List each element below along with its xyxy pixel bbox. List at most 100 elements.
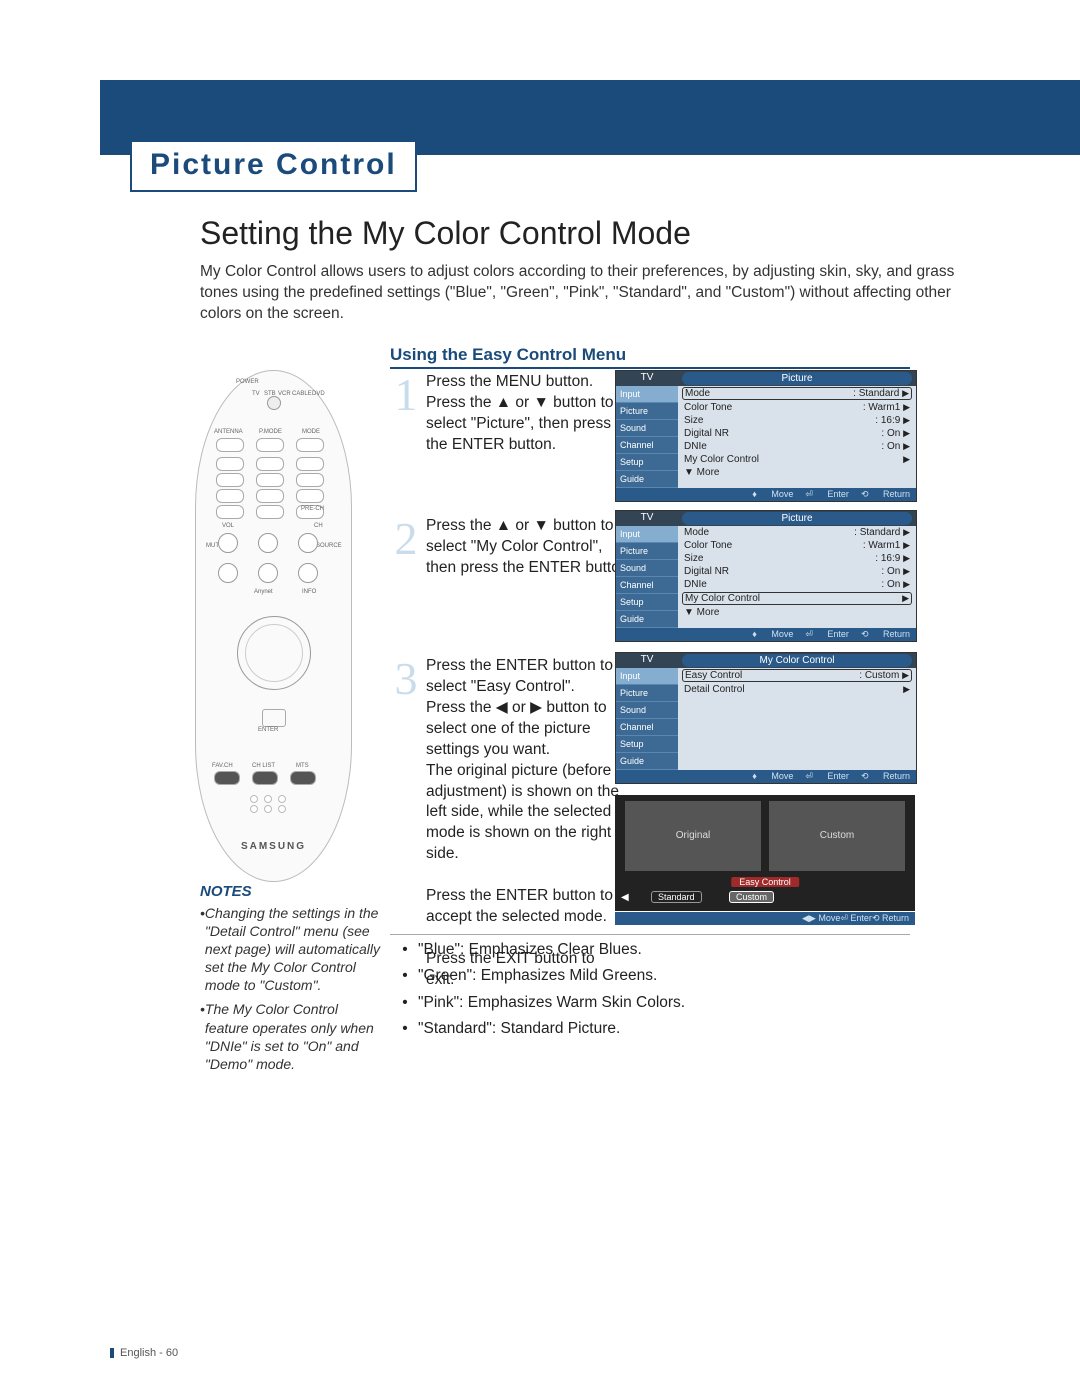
- remote-key: [296, 473, 324, 487]
- label-power: POWER: [236, 379, 259, 385]
- pill-button: [290, 771, 316, 785]
- osd-row-val: : Warm1: [863, 540, 900, 551]
- bullet-item: "Standard": Standard Picture.: [418, 1016, 620, 1042]
- osd-footer: ♦ Move⏎ Enter⟲ Return: [616, 628, 916, 641]
- osd-side-item: Channel: [616, 719, 678, 736]
- power-button-icon: [267, 396, 281, 410]
- remote-illustration: POWER TV STB VCR CABLE DVD ANTENNA P.MOD…: [195, 370, 350, 880]
- osd-side-item: Sound: [616, 560, 678, 577]
- label-favch: FAV.CH: [212, 763, 233, 769]
- osd-main: Mode: Standard ▶ Color Tone: Warm1 ▶ Siz…: [678, 386, 916, 488]
- label-vol: VOL: [222, 523, 234, 529]
- dot: [278, 805, 286, 813]
- osd-side-item: Channel: [616, 577, 678, 594]
- section-subheading: Using the Easy Control Menu: [390, 345, 910, 369]
- pill-button: [214, 771, 240, 785]
- step-2-number: 2: [390, 516, 422, 562]
- brand-logo: SAMSUNG: [241, 841, 306, 852]
- osd-footer: ♦ Move⏎ Enter⟲ Return: [616, 770, 916, 783]
- pill-button: [252, 771, 278, 785]
- osd-row-val: : Standard: [853, 388, 899, 399]
- osd-row-val: : On: [881, 579, 900, 590]
- osd-title: Picture: [682, 512, 912, 525]
- easy-control-preview: Original Custom Easy Control ◀ Standard …: [615, 795, 915, 911]
- osd-row-key: Mode: [685, 388, 710, 399]
- notes-heading: NOTES: [200, 882, 380, 902]
- notes-block: NOTES •Changing the settings in the "Det…: [200, 882, 380, 1079]
- remote-key: [296, 438, 324, 452]
- osd-row-key: DNIe: [684, 579, 707, 590]
- osd-row-key: Size: [684, 415, 703, 426]
- label-pmode: P.MODE: [259, 429, 282, 435]
- dot: [264, 805, 272, 813]
- intro-text: My Color Control allows users to adjust …: [200, 262, 990, 325]
- round-button: [258, 533, 278, 553]
- remote-key: [216, 473, 244, 487]
- remote-key: [256, 505, 284, 519]
- label-chlist: CH LIST: [252, 763, 275, 769]
- remote-key: [296, 489, 324, 503]
- osd-picture-1: TVPicture Input Picture Sound Channel Se…: [615, 370, 917, 502]
- osd-row-key: Digital NR: [684, 428, 729, 439]
- label-stb: STB: [264, 391, 276, 397]
- remote-key: [256, 473, 284, 487]
- round-button: [258, 563, 278, 583]
- osd-row-key: Color Tone: [684, 402, 732, 413]
- label-source: SOURCE: [316, 543, 342, 549]
- osd-tv-label: TV: [616, 653, 678, 668]
- osd-side-item: Guide: [616, 471, 678, 488]
- bullet-item: "Green": Emphasizes Mild Greens.: [418, 963, 657, 989]
- osd-side-item: Picture: [616, 403, 678, 420]
- round-button: [298, 563, 318, 583]
- osd-row-key: Digital NR: [684, 566, 729, 577]
- osd-row-val: : On: [881, 428, 900, 439]
- chapter-title: Picture Control: [130, 140, 417, 192]
- enter-button-icon: [262, 709, 286, 727]
- osd-side-item: Setup: [616, 454, 678, 471]
- osd-row-key: ▼ More: [684, 607, 719, 618]
- remote-key: [216, 457, 244, 471]
- round-button: [218, 533, 238, 553]
- preview-banner: Easy Control: [731, 877, 799, 887]
- osd-row-val: : Standard: [854, 527, 900, 538]
- label-tv: TV: [252, 391, 260, 397]
- note-item: The My Color Control feature operates on…: [205, 1000, 380, 1073]
- osd-side-item: Setup: [616, 594, 678, 611]
- step-2-text: Press the ▲ or ▼ button to select "My Co…: [426, 516, 636, 579]
- page-title: Setting the My Color Control Mode: [200, 215, 691, 252]
- step-1-number: 1: [390, 372, 422, 418]
- preview-custom: Custom: [769, 801, 905, 871]
- osd-row-val: : On: [881, 566, 900, 577]
- label-ch: CH: [314, 523, 323, 529]
- label-dvd: DVD: [312, 391, 325, 397]
- step-2: 2 Press the ▲ or ▼ button to select "My …: [390, 516, 636, 579]
- remote-key: [216, 489, 244, 503]
- dot: [278, 795, 286, 803]
- step-1-text: Press the MENU button. Press the ▲ or ▼ …: [426, 372, 616, 456]
- osd-side-item: Input: [616, 668, 678, 685]
- osd-row-val: : 16:9: [875, 553, 900, 564]
- color-bullets: •"Blue": Emphasizes Clear Blues. •"Green…: [392, 937, 685, 1042]
- remote-key: [216, 438, 244, 452]
- label-enter: ENTER: [258, 727, 278, 733]
- remote-key: [216, 505, 244, 519]
- bullet-item: "Pink": Emphasizes Warm Skin Colors.: [418, 990, 685, 1016]
- osd-side-item: Picture: [616, 543, 678, 560]
- osd-main: Easy Control: Custom ▶ Detail Control▶: [678, 668, 916, 770]
- osd-row-key: DNIe: [684, 441, 707, 452]
- osd-side-item: Setup: [616, 736, 678, 753]
- osd-tv-label: TV: [616, 511, 678, 526]
- osd-row-key: ▼ More: [684, 467, 719, 478]
- preview-opt-left: Standard: [651, 891, 702, 903]
- round-button: [298, 533, 318, 553]
- remote-key: [296, 457, 324, 471]
- dot: [264, 795, 272, 803]
- step-1: 1 Press the MENU button. Press the ▲ or …: [390, 372, 616, 456]
- osd-side-item: Input: [616, 526, 678, 543]
- round-button: [218, 563, 238, 583]
- osd-row-val: : Custom: [859, 670, 899, 681]
- label-mts: MTS: [296, 763, 309, 769]
- dpad-inner: [245, 624, 303, 682]
- osd-side-item: Sound: [616, 702, 678, 719]
- page-footer: English - 60: [110, 1347, 178, 1359]
